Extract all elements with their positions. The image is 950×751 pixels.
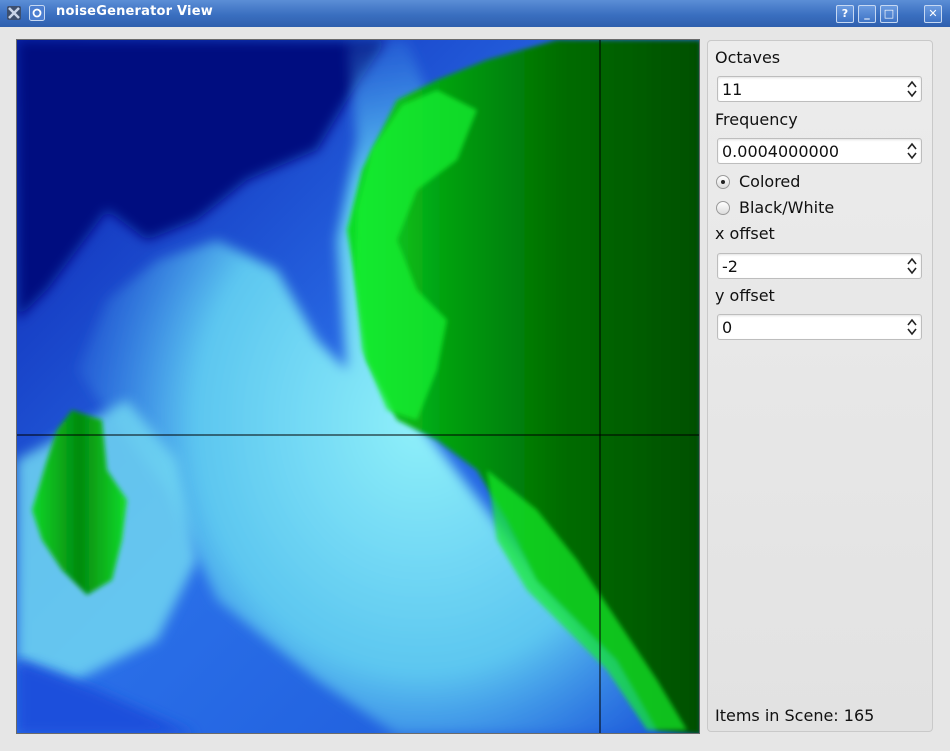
app-icon [7, 6, 21, 20]
window-menu-icon[interactable] [29, 5, 45, 21]
y-offset-spinbox[interactable] [717, 314, 922, 340]
spin-arrows-icon[interactable] [907, 80, 917, 98]
spin-arrows-icon[interactable] [907, 257, 917, 275]
colored-radio-label: Colored [739, 172, 801, 191]
spin-arrows-icon[interactable] [907, 318, 917, 336]
x-offset-input[interactable] [722, 257, 892, 276]
black-white-radio[interactable]: Black/White [716, 198, 834, 217]
frequency-spinbox[interactable] [717, 138, 922, 164]
radio-unselected-icon[interactable] [716, 200, 730, 215]
y-offset-input[interactable] [722, 318, 892, 337]
octaves-spinbox[interactable] [717, 76, 922, 102]
noise-map-image [17, 40, 699, 733]
noise-canvas[interactable] [16, 39, 700, 734]
frequency-label: Frequency [715, 110, 798, 129]
title-bar: noiseGenerator View ? _ □ ✕ [0, 0, 950, 28]
window-title: noiseGenerator View [56, 4, 213, 19]
spin-arrows-icon[interactable] [907, 142, 917, 160]
radio-selected-icon[interactable] [716, 174, 730, 189]
minimize-button[interactable]: _ [858, 5, 876, 23]
settings-panel: Octaves Frequency Colored Black/White x … [707, 40, 933, 732]
close-button[interactable]: ✕ [924, 5, 942, 23]
y-offset-label: y offset [715, 286, 775, 305]
maximize-button[interactable]: □ [880, 5, 898, 23]
x-offset-spinbox[interactable] [717, 253, 922, 279]
frequency-input[interactable] [722, 142, 892, 161]
x-offset-label: x offset [715, 224, 775, 243]
help-button[interactable]: ? [836, 5, 854, 23]
black-white-radio-label: Black/White [739, 198, 835, 217]
octaves-label: Octaves [715, 48, 781, 67]
items-in-scene-status: Items in Scene: 165 [715, 706, 875, 725]
octaves-input[interactable] [722, 80, 892, 99]
colored-radio[interactable]: Colored [716, 172, 800, 191]
